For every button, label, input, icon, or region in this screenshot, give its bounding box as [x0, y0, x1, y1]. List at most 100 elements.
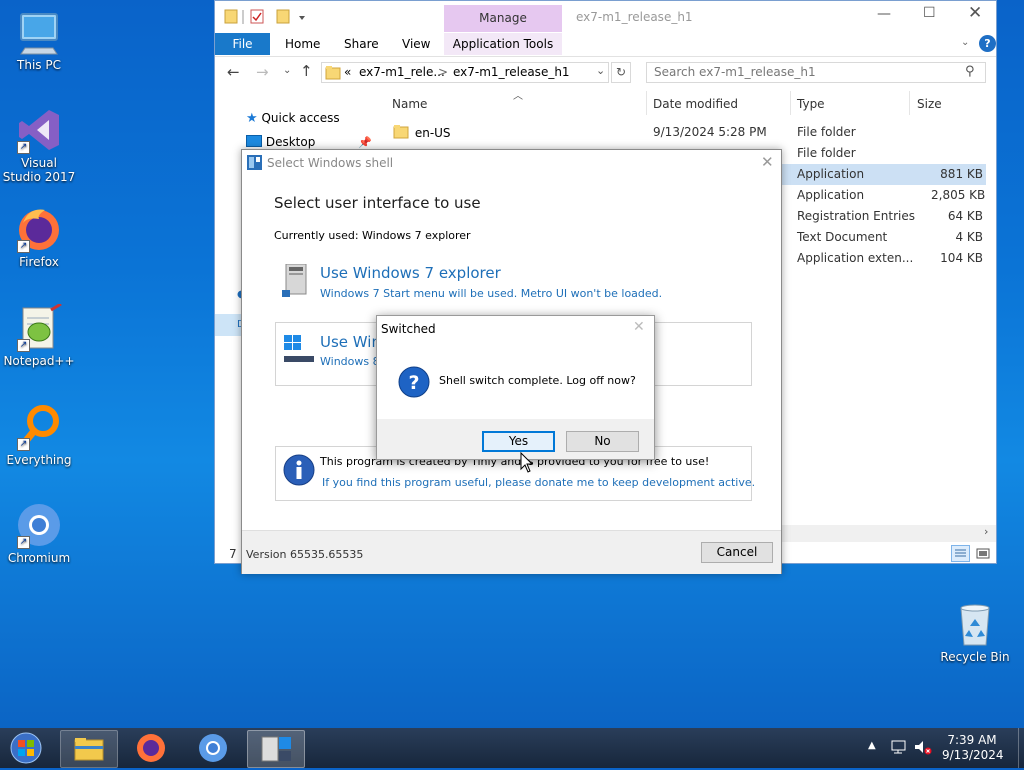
app-icon	[247, 155, 262, 170]
volume-muted-icon[interactable]	[913, 739, 933, 755]
current-shell-label: Currently used: Windows 7 explorer	[274, 229, 471, 242]
manage-context-tab[interactable]: Manage	[444, 5, 562, 32]
row-type: Text Document	[797, 230, 888, 244]
large-icons-view-icon[interactable]	[975, 546, 991, 561]
notepadpp-icon: ↗	[15, 302, 63, 352]
message-box-title: Switched	[381, 322, 436, 336]
forward-arrow-icon[interactable]: →	[256, 63, 269, 81]
tab-application-tools[interactable]: Application Tools	[444, 33, 562, 55]
taskbar-shell-selector[interactable]	[247, 730, 305, 768]
dialog-heading: Select user interface to use	[274, 194, 481, 212]
row-size: 4 KB	[955, 230, 983, 244]
shortcut-arrow-icon: ↗	[17, 438, 30, 451]
search-icon[interactable]: ⚲	[965, 64, 975, 79]
row-size: 2,805 KB	[931, 188, 986, 202]
desktop-icon-everything[interactable]: ↗ Everything	[2, 403, 76, 467]
minimize-button[interactable]: —	[877, 6, 891, 22]
details-view-icon[interactable]	[951, 545, 970, 562]
row-size: 881 KB	[940, 167, 983, 181]
desktop-icon-recycle-bin[interactable]: Recycle Bin	[938, 600, 1012, 664]
desktop-icon-label: Visual Studio 2017	[2, 156, 76, 184]
pin-icon: 📌	[358, 136, 372, 149]
address-bar[interactable]: « ex7-m1_rele... > ex7-m1_release_h1 ⌄	[321, 62, 609, 83]
this-pc-icon	[15, 8, 63, 56]
taskbar-firefox[interactable]	[123, 730, 179, 766]
folder-icon	[325, 66, 341, 80]
show-hidden-icons-icon[interactable]: ▲	[868, 740, 876, 751]
breadcrumb-item[interactable]: ex7-m1_release_h1	[453, 65, 570, 79]
option-windows7-explorer[interactable]: Use Windows 7 explorer Windows 7 Start m…	[275, 262, 755, 306]
tab-share[interactable]: Share	[344, 33, 379, 55]
row-type: Application	[797, 188, 865, 202]
column-header-date[interactable]: Date modified	[653, 97, 738, 111]
maximize-button[interactable]: ☐	[923, 5, 936, 21]
tab-home[interactable]: Home	[285, 33, 320, 55]
tab-file[interactable]: File	[215, 33, 270, 55]
window-title: ex7-m1_release_h1	[576, 10, 693, 24]
firefox-icon: ↗	[15, 205, 63, 253]
row-size: 64 KB	[947, 209, 983, 223]
question-icon: ?	[398, 366, 430, 398]
ribbon-expand-icon[interactable]: ⌄	[961, 37, 969, 48]
desktop-icon-firefox[interactable]: ↗ Firefox	[2, 205, 76, 269]
close-button[interactable]: ✕	[968, 3, 982, 23]
close-button[interactable]: ✕	[633, 319, 645, 335]
no-button[interactable]: No	[566, 431, 639, 452]
everything-icon: ↗	[15, 403, 63, 451]
breadcrumb-item[interactable]: ex7-m1_rele...	[359, 65, 445, 79]
network-icon[interactable]	[890, 739, 908, 755]
dialog-title: Select Windows shell	[267, 156, 394, 170]
row-type: Registration Entries	[797, 209, 915, 223]
visual-studio-icon: ↗	[15, 106, 63, 154]
row-type: File folder	[797, 146, 856, 160]
row-type: File folder	[797, 125, 856, 139]
windows-orb-icon	[10, 732, 42, 764]
desktop-icon-label: Notepad++	[3, 354, 75, 368]
close-button[interactable]: ✕	[761, 153, 774, 171]
address-dropdown-icon[interactable]: ⌄	[596, 64, 605, 77]
back-arrow-icon[interactable]: ←	[227, 63, 240, 81]
shortcut-arrow-icon: ↗	[17, 536, 30, 549]
column-header-size[interactable]: Size	[917, 97, 942, 111]
desktop-icon-this-pc[interactable]: This PC	[2, 8, 76, 72]
desktop-icon	[246, 135, 262, 147]
recent-locations-icon[interactable]: ⌄	[283, 65, 291, 76]
sort-up-icon: ︿	[513, 91, 523, 102]
windows7-explorer-icon	[282, 264, 307, 297]
desktop-icon-label: This PC	[17, 58, 61, 72]
start-button[interactable]	[2, 730, 50, 766]
chromium-icon	[199, 734, 227, 762]
taskbar: ▲ 7:39 AM 9/13/2024	[0, 728, 1024, 768]
folder-icon	[393, 125, 409, 139]
search-box[interactable]: Search ex7-m1_release_h1 ⚲	[646, 62, 986, 83]
horizontal-scrollbar[interactable]: ›	[782, 525, 996, 542]
taskbar-explorer[interactable]	[60, 730, 118, 768]
shell-selector-icon	[261, 736, 291, 762]
row-type: Application exten...	[797, 251, 914, 265]
nav-desktop-item[interactable]: Desktop	[246, 135, 315, 149]
column-header-name[interactable]: Name	[392, 97, 427, 111]
help-icon[interactable]: ?	[979, 35, 996, 52]
refresh-icon[interactable]: ↻	[611, 62, 631, 83]
star-icon: ★	[246, 111, 258, 126]
cancel-button[interactable]: Cancel	[701, 542, 773, 563]
taskbar-chromium[interactable]	[185, 730, 241, 766]
donate-link[interactable]: If you find this program useful, please …	[322, 476, 755, 489]
yes-button[interactable]: Yes	[482, 431, 555, 452]
desktop-icon-chromium[interactable]: ↗ Chromium	[2, 501, 76, 565]
clock[interactable]: 7:39 AM 9/13/2024	[942, 733, 1004, 763]
desktop-icon-notepadpp[interactable]: ↗ Notepad++	[2, 302, 76, 368]
file-explorer-icon	[74, 738, 104, 761]
tab-view[interactable]: View	[402, 33, 430, 55]
windows8-icon	[284, 335, 314, 362]
shortcut-arrow-icon: ↗	[17, 339, 30, 352]
column-header-type[interactable]: Type	[797, 97, 825, 111]
table-row[interactable]: en-US	[393, 124, 451, 140]
row-type: Application	[797, 167, 865, 181]
quick-access-item[interactable]: ★ Quick access	[246, 111, 340, 126]
clock-time: 7:39 AM	[947, 733, 997, 747]
up-arrow-icon[interactable]: ↑	[300, 62, 313, 80]
show-desktop-button[interactable]	[1018, 728, 1024, 768]
chromium-icon: ↗	[15, 501, 63, 549]
desktop-icon-visual-studio[interactable]: ↗ Visual Studio 2017	[2, 106, 76, 184]
